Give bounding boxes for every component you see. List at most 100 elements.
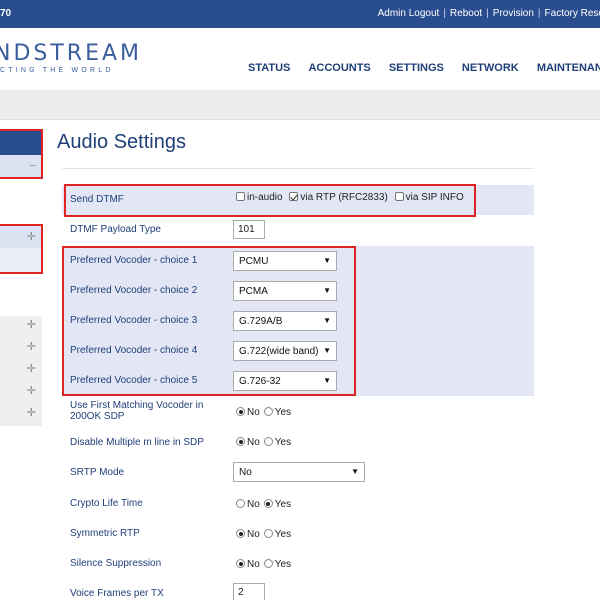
voice-frames-input[interactable]: 2 — [233, 583, 265, 600]
disable-mline-row: Disable Multiple m line in SDP No Yes — [62, 427, 534, 457]
expand-icon[interactable]: ✛ — [27, 384, 36, 397]
first-match-label-line2: 200OK SDP — [70, 411, 125, 422]
top-bar: 70 Admin Logout | Reboot | Provision | Factory… — [0, 0, 600, 28]
send-dtmf-row: Send DTMF in-audio via RTP (RFC2833) via… — [62, 185, 534, 215]
title-divider — [62, 168, 534, 169]
breadcrumb-bar — [0, 90, 600, 120]
first-match-radios: No Yes — [236, 407, 291, 418]
radio-no-label: No — [247, 499, 260, 510]
send-dtmf-options: in-audio via RTP (RFC2833) via SIP INFO — [236, 192, 468, 203]
sidebar: − ✛ ✛ ✛ ✛ ✛ ✛ — [0, 120, 42, 600]
vocoder-1-value: PCMU — [239, 256, 269, 267]
first-match-yes-radio[interactable] — [263, 407, 273, 416]
sidebar-item-audio[interactable]: ✛ — [0, 226, 42, 248]
chevron-down-icon: ▼ — [323, 286, 331, 295]
first-match-label-line1: Use First Matching Vocoder in — [70, 400, 204, 411]
vocoder-2-select[interactable]: PCMA ▼ — [233, 281, 337, 301]
crypto-yes-radio[interactable] — [263, 499, 273, 508]
expand-icon[interactable]: ✛ — [27, 230, 36, 243]
chevron-down-icon: ▼ — [323, 346, 331, 355]
disable-mline-label: Disable Multiple m line in SDP — [70, 437, 204, 448]
page-title: Audio Settings — [57, 131, 186, 153]
chevron-down-icon: ▼ — [323, 376, 331, 385]
dtmf-sipinfo-checkbox[interactable] — [394, 192, 404, 201]
collapse-icon[interactable]: − — [30, 160, 36, 172]
top-links: Admin Logout | Reboot | Provision | Factory Re… — [378, 8, 600, 19]
radio-yes-label: Yes — [274, 559, 292, 570]
disable-mline-no-radio[interactable] — [236, 437, 245, 446]
disable-mline-radios: No Yes — [236, 437, 291, 448]
crypto-radios: No Yes — [236, 499, 291, 510]
nav-network[interactable]: NETWORK — [462, 62, 519, 74]
vocoder-5-value: G.726-32 — [239, 376, 281, 387]
expand-icon[interactable]: ✛ — [27, 362, 36, 375]
dtmf-inaudio-label: in-audio — [247, 192, 283, 203]
header: NDSTREAM CTING THE WORLD STATUS ACCOUNTS… — [0, 28, 600, 90]
voice-frames-row: Voice Frames per TX — [62, 578, 534, 600]
nav-status[interactable]: STATUS — [248, 62, 290, 74]
symmetric-rtp-yes-radio[interactable] — [263, 529, 273, 538]
srtp-label: SRTP Mode — [70, 467, 125, 478]
expand-icon[interactable]: ✛ — [27, 406, 36, 419]
nav-maintenance[interactable]: MAINTENANCE — [537, 62, 600, 74]
chevron-down-icon: ▼ — [351, 467, 359, 476]
vocoder-label: Preferred Vocoder - choice 4 — [70, 345, 198, 356]
expand-icon[interactable]: ✛ — [27, 318, 36, 331]
symmetric-rtp-row: Symmetric RTP No Yes — [62, 518, 534, 548]
sidebar-item-general[interactable]: − — [0, 155, 42, 177]
nav-settings[interactable]: SETTINGS — [389, 62, 444, 74]
first-match-label: Use First Matching Vocoder in 200OK SDP — [70, 400, 203, 422]
vocoder-3-select[interactable]: G.729A/B ▼ — [233, 311, 337, 331]
vocoder-label: Preferred Vocoder - choice 5 — [70, 375, 198, 386]
disable-mline-yes-radio[interactable] — [263, 437, 273, 446]
radio-yes-label: Yes — [274, 499, 292, 510]
dtmf-sipinfo-label: via SIP INFO — [405, 192, 464, 203]
silence-yes-radio[interactable] — [263, 559, 273, 568]
provision-link[interactable]: Provision — [493, 8, 534, 19]
factory-reset-link[interactable]: Factory Rese — [545, 8, 600, 19]
radio-no-label: No — [247, 529, 260, 540]
admin-logout-link[interactable]: Admin Logout — [378, 8, 440, 19]
nav-accounts[interactable]: ACCOUNTS — [308, 62, 370, 74]
main-nav: STATUS ACCOUNTS SETTINGS NETWORK MAINTEN… — [248, 62, 600, 74]
crypto-label: Crypto Life Time — [70, 498, 143, 509]
symmetric-rtp-label: Symmetric RTP — [70, 528, 140, 539]
radio-yes-label: Yes — [274, 437, 292, 448]
brand-tagline: CTING THE WORLD — [0, 67, 114, 74]
silence-row: Silence Suppression No Yes — [62, 548, 534, 578]
sidebar-item-header[interactable] — [0, 131, 42, 155]
reboot-link[interactable]: Reboot — [450, 8, 482, 19]
dtmf-payload-input[interactable]: 101 — [233, 220, 265, 239]
brand-logo: NDSTREAM — [0, 41, 143, 66]
vocoder-4-select[interactable]: G.722(wide band) ▼ — [233, 341, 337, 361]
dtmf-payload-row: DTMF Payload Type — [62, 215, 534, 245]
srtp-select[interactable]: No ▼ — [233, 462, 365, 482]
dtmf-rtp-label: via RTP (RFC2833) — [300, 192, 388, 203]
radio-yes-label: Yes — [274, 529, 292, 540]
vocoder-2-value: PCMA — [239, 286, 268, 297]
dtmf-rtp-checkbox[interactable] — [289, 192, 299, 201]
silence-radios: No Yes — [236, 559, 291, 570]
symmetric-rtp-radios: No Yes — [236, 529, 291, 540]
first-match-no-radio[interactable] — [236, 407, 245, 416]
radio-no-label: No — [247, 407, 260, 418]
silence-label: Silence Suppression — [70, 558, 162, 569]
dtmf-payload-label: DTMF Payload Type — [70, 224, 161, 235]
sidebar-group: ✛ ✛ ✛ ✛ ✛ — [0, 316, 42, 426]
symmetric-rtp-no-radio[interactable] — [236, 529, 245, 538]
chevron-down-icon: ▼ — [323, 316, 331, 325]
device-model: 70 — [0, 8, 12, 19]
vocoder-label: Preferred Vocoder - choice 2 — [70, 285, 198, 296]
dtmf-inaudio-checkbox[interactable] — [236, 192, 245, 201]
vocoder-5-select[interactable]: G.726-32 ▼ — [233, 371, 337, 391]
send-dtmf-label: Send DTMF — [70, 194, 124, 205]
vocoder-1-select[interactable]: PCMU ▼ — [233, 251, 337, 271]
silence-no-radio[interactable] — [236, 559, 245, 568]
crypto-no-radio[interactable] — [236, 499, 245, 508]
sidebar-item-audio-sub[interactable] — [0, 248, 42, 272]
vocoder-label: Preferred Vocoder - choice 3 — [70, 315, 198, 326]
radio-no-label: No — [247, 437, 260, 448]
expand-icon[interactable]: ✛ — [27, 340, 36, 353]
srtp-value: No — [239, 467, 252, 478]
chevron-down-icon: ▼ — [323, 256, 331, 265]
